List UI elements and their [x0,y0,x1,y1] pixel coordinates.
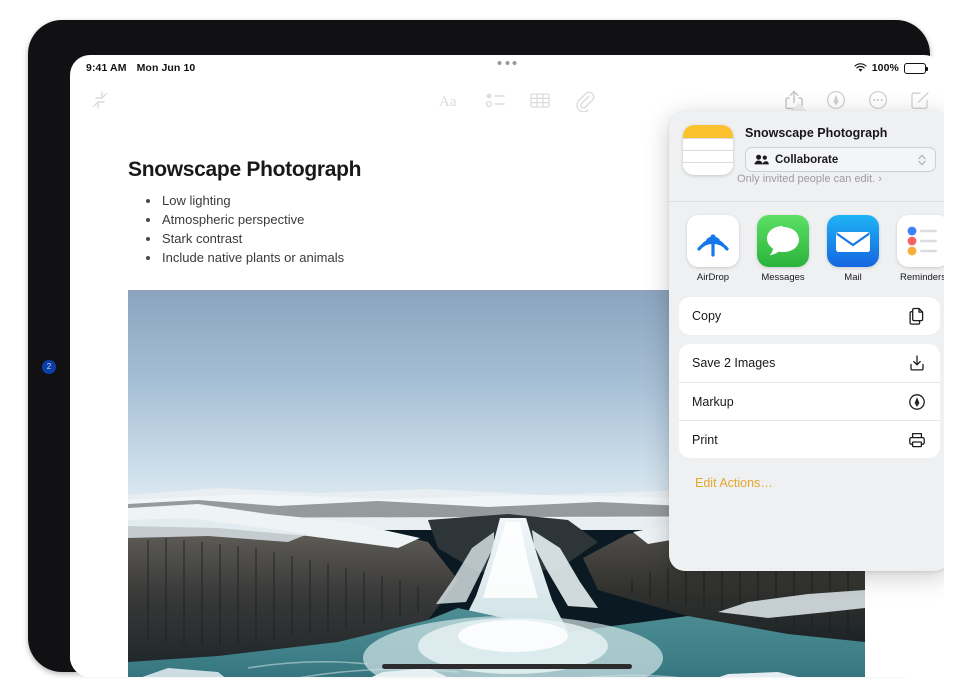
status-time: 9:41 AM [86,62,127,74]
action-group-main: Save 2 Images Markup [679,344,940,458]
share-sheet-doc-info: Snowscape Photograph Collaborate [745,125,936,201]
edit-actions-button[interactable]: Edit Actions… [679,467,940,490]
share-actions: Copy Save 2 Imag [669,293,944,490]
app-label: Messages [755,272,811,283]
svg-text:Aa: Aa [439,94,457,110]
share-sheet: Snowscape Photograph Collaborate [669,111,944,571]
list-item: Atmospheric perspective [140,210,344,229]
list-item: Low lighting [140,191,344,210]
battery-full-icon [904,63,926,74]
collapse-arrows-icon[interactable] [88,88,112,112]
app-label: Reminders [895,272,944,283]
share-target-messages[interactable]: Messages [755,215,811,283]
app-label: Mail [825,272,881,283]
note-bullet-list: Low lighting Atmospheric perspective Sta… [140,191,344,267]
checklist-icon[interactable] [484,88,508,112]
status-bar-left: 9:41 AM Mon Jun 10 [86,62,195,74]
share-app-row: AirDrop Messages [669,202,944,293]
compose-icon[interactable] [908,88,932,112]
ipad-device-frame: 2 9:41 AM Mon Jun 10 100% [28,20,930,672]
people-icon [754,154,769,165]
copy-icon [907,306,927,326]
share-target-airdrop[interactable]: AirDrop [685,215,741,283]
action-save-images[interactable]: Save 2 Images [679,344,940,382]
ipad-screen: 9:41 AM Mon Jun 10 100% [70,55,944,677]
share-sheet-permission[interactable]: Only invited people can edit. › [669,173,944,185]
printer-icon [907,430,927,450]
annotation-marker-2: 2 [42,360,56,374]
action-label: Save 2 Images [692,356,907,370]
action-copy[interactable]: Copy [679,297,940,335]
paperclip-icon[interactable] [572,88,596,112]
wifi-icon [854,63,867,73]
permission-text: Only invited people can edit. [737,173,875,185]
more-ellipsis-icon[interactable] [866,88,890,112]
page-title: Snowscape Photograph [128,158,361,182]
airdrop-icon [687,215,739,267]
chevron-up-down-icon [917,153,927,167]
share-sheet-doc-title: Snowscape Photograph [745,126,936,140]
list-item: Stark contrast [140,229,344,248]
mail-icon [827,215,879,267]
action-label: Markup [692,395,907,409]
action-markup[interactable]: Markup [679,382,940,420]
app-label: AirDrop [685,272,741,283]
markup-pen-icon[interactable] [824,88,848,112]
chevron-right-icon: › [878,173,882,185]
table-icon[interactable] [528,88,552,112]
notes-app-icon [683,125,733,175]
list-item: Include native plants or animals [140,248,344,267]
action-label: Print [692,433,907,447]
multitask-dots-icon[interactable] [498,61,517,65]
action-print[interactable]: Print [679,420,940,458]
action-group-copy: Copy [679,297,940,335]
markup-pen-icon [907,392,927,412]
messages-icon [757,215,809,267]
share-target-mail[interactable]: Mail [825,215,881,283]
screenshot-root: 2 9:41 AM Mon Jun 10 100% [0,0,958,692]
action-label: Copy [692,309,907,323]
collaborate-label: Collaborate [775,154,838,166]
format-aa-icon[interactable]: Aa [438,88,464,112]
status-date: Mon Jun 10 [137,62,196,74]
collaborate-dropdown[interactable]: Collaborate [745,147,936,172]
status-bar: 9:41 AM Mon Jun 10 100% [70,55,944,81]
share-target-reminders[interactable]: Reminders [895,215,944,283]
reminders-icon [897,215,944,267]
status-bar-right: 100% [854,62,926,74]
save-download-icon [907,353,927,373]
home-indicator[interactable] [382,664,632,669]
share-sheet-header: Snowscape Photograph Collaborate [669,111,944,201]
battery-percent: 100% [872,62,899,74]
